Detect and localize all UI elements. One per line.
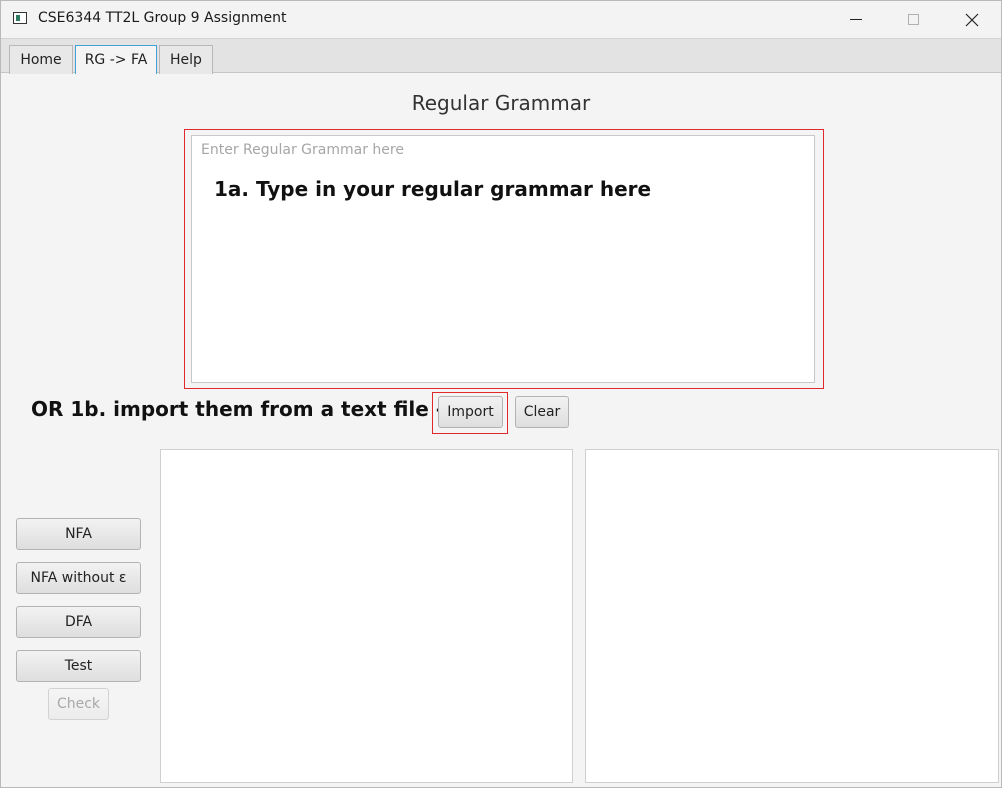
title-bar[interactable]: CSE6344 TT2L Group 9 Assignment: [1, 1, 1001, 38]
nfa-without-epsilon-button[interactable]: NFA without ε: [16, 562, 141, 594]
clear-button[interactable]: Clear: [515, 396, 569, 428]
dfa-button[interactable]: DFA: [16, 606, 141, 638]
minimize-button[interactable]: [827, 1, 885, 38]
app-window: CSE6344 TT2L Group 9 Assignment Home RG …: [0, 0, 1002, 788]
close-icon: [965, 13, 979, 27]
nfa-button[interactable]: NFA: [16, 518, 141, 550]
import-button[interactable]: Import: [438, 396, 503, 428]
maximize-button[interactable]: [885, 1, 943, 38]
tab-rg-to-fa[interactable]: RG -> FA: [75, 45, 157, 74]
instruction-1a: 1a. Type in your regular grammar here: [214, 177, 652, 201]
maximize-icon: [908, 14, 919, 25]
tab-home[interactable]: Home: [9, 45, 73, 74]
grammar-input-placeholder: Enter Regular Grammar here: [201, 142, 404, 158]
tab-help[interactable]: Help: [159, 45, 213, 74]
test-button[interactable]: Test: [16, 650, 141, 682]
instruction-1b: OR 1b. import them from a text file -->: [31, 397, 470, 421]
window-title: CSE6344 TT2L Group 9 Assignment: [38, 10, 287, 26]
close-button[interactable]: [943, 1, 1001, 38]
tab-strip: Home RG -> FA Help: [1, 38, 1001, 74]
grammar-input[interactable]: Enter Regular Grammar here: [191, 135, 815, 383]
app-icon: [13, 12, 27, 24]
minimize-icon: [850, 19, 862, 20]
output-pane-left[interactable]: [160, 449, 573, 783]
output-pane-right[interactable]: [585, 449, 999, 783]
check-button: Check: [48, 688, 109, 720]
page-title: Regular Grammar: [411, 91, 591, 115]
